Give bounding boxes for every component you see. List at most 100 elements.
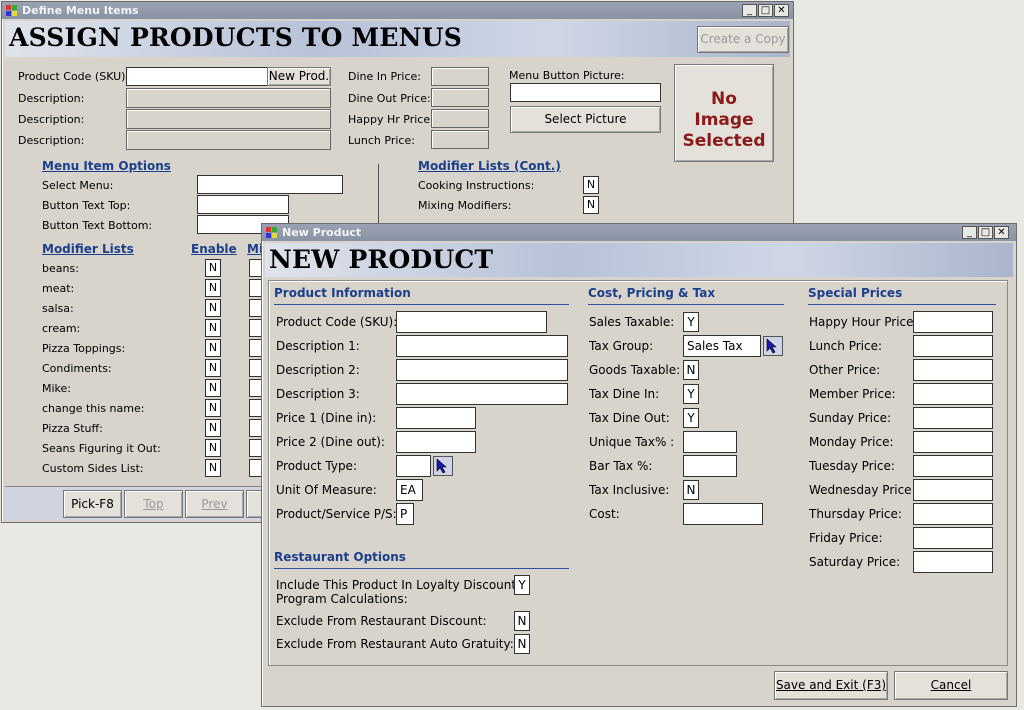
goods-taxable-label: Goods Taxable: (589, 363, 681, 377)
price-2-label: Price 2 (Dine out): (276, 435, 385, 449)
unit-of-measure-label: Unit Of Measure: (276, 483, 377, 497)
list-item-enable-toggle[interactable]: N (205, 319, 221, 337)
unique-tax-input[interactable] (683, 431, 737, 453)
menu-button-picture-label: Menu Button Picture: (509, 69, 625, 82)
special-price-input[interactable] (913, 311, 993, 333)
unit-of-measure-input[interactable]: EA (396, 479, 423, 501)
list-item-enable-toggle[interactable]: N (205, 439, 221, 457)
product-code-input[interactable] (126, 67, 268, 86)
list-item-enable-toggle[interactable]: N (205, 379, 221, 397)
price-1-label: Price 1 (Dine in): (276, 411, 377, 425)
tax-group-input[interactable]: Sales Tax (683, 335, 761, 357)
cost-pricing-tax-rule (588, 304, 784, 305)
description-2-input[interactable] (396, 359, 568, 381)
pick-button[interactable]: Pick-F8 (63, 490, 122, 518)
prev-button[interactable]: Prev (185, 490, 244, 518)
tax-dine-out-toggle[interactable]: Y (683, 408, 699, 428)
special-price-input[interactable] (913, 455, 993, 477)
loyalty-label-line2: Program Calculations: (276, 592, 408, 606)
goods-taxable-toggle[interactable]: N (683, 360, 699, 380)
tax-inclusive-toggle[interactable]: N (683, 480, 699, 500)
list-item: Pizza Stuff: (42, 422, 103, 435)
cancel-button[interactable]: Cancel (894, 671, 1008, 700)
list-item-enable-toggle[interactable]: N (205, 399, 221, 417)
special-price-label: Thursday Price: (809, 507, 902, 521)
product-service-input[interactable]: P (396, 503, 414, 525)
exclude-discount-toggle[interactable]: N (514, 611, 530, 631)
description-3-label: Description 3: (276, 387, 360, 401)
enable-column-header: Enable (191, 242, 237, 256)
special-price-input[interactable] (913, 335, 993, 357)
lunch-price-field (431, 130, 489, 149)
special-prices-header: Special Prices (808, 286, 903, 300)
special-price-input[interactable] (913, 383, 993, 405)
product-information-rule (274, 304, 569, 305)
mixing-modifiers-toggle[interactable]: N (583, 196, 599, 214)
button-text-top-input[interactable] (197, 195, 289, 214)
maximize-icon[interactable]: □ (978, 226, 993, 239)
special-price-input[interactable] (913, 431, 993, 453)
cancel-label: Cancel (930, 678, 972, 692)
minimize-icon[interactable]: _ (742, 4, 757, 17)
special-price-input[interactable] (913, 359, 993, 381)
description-1-input[interactable] (396, 335, 568, 357)
price-1-input[interactable] (396, 407, 476, 429)
minimize-icon[interactable]: _ (962, 226, 977, 239)
tax-group-label: Tax Group: (589, 339, 654, 353)
sales-taxable-toggle[interactable]: Y (683, 312, 699, 332)
special-price-label: Tuesday Price: (809, 459, 895, 473)
list-item-enable-toggle[interactable]: N (205, 279, 221, 297)
no-image-preview[interactable]: No Image Selected (674, 64, 774, 162)
list-item-enable-toggle[interactable]: N (205, 419, 221, 437)
special-price-input[interactable] (913, 551, 993, 573)
title-bar[interactable]: Define Menu Items _ □ ✕ (2, 2, 793, 19)
modifier-lists-header: Modifier Lists (42, 242, 134, 256)
special-price-label: Monday Price: (809, 435, 894, 449)
tax-group-picker-button[interactable] (763, 336, 783, 356)
description-3-input[interactable] (396, 383, 568, 405)
description-label-3: Description: (18, 134, 85, 147)
special-price-input[interactable] (913, 479, 993, 501)
button-text-bottom-label: Button Text Bottom: (42, 219, 153, 232)
loyalty-toggle[interactable]: Y (514, 575, 530, 595)
select-picture-button[interactable]: Select Picture (510, 106, 661, 133)
menu-button-picture-input[interactable] (510, 83, 661, 102)
cost-pricing-tax-header: Cost, Pricing & Tax (588, 286, 716, 300)
close-icon[interactable]: ✕ (994, 226, 1009, 239)
tax-dine-in-toggle[interactable]: Y (683, 384, 699, 404)
cursor-icon (436, 458, 447, 474)
product-type-picker-button[interactable] (433, 456, 453, 476)
cooking-instructions-toggle[interactable]: N (583, 176, 599, 194)
list-item-enable-toggle[interactable]: N (205, 459, 221, 477)
list-item-enable-toggle[interactable]: N (205, 359, 221, 377)
list-item-enable-toggle[interactable]: N (205, 299, 221, 317)
special-price-label: Friday Price: (809, 531, 883, 545)
special-price-label: Member Price: (809, 387, 896, 401)
special-price-label: Saturday Price: (809, 555, 901, 569)
bar-tax-input[interactable] (683, 455, 737, 477)
special-price-input[interactable] (913, 527, 993, 549)
list-item: Custom Sides List: (42, 462, 144, 475)
close-icon[interactable]: ✕ (774, 4, 789, 17)
top-button[interactable]: Top (124, 490, 183, 518)
select-menu-input[interactable] (197, 175, 343, 194)
maximize-icon[interactable]: □ (758, 4, 773, 17)
tax-inclusive-label: Tax Inclusive: (589, 483, 670, 497)
save-and-exit-button[interactable]: Save and Exit (F3) (774, 671, 888, 700)
exclude-gratuity-toggle[interactable]: N (514, 634, 530, 654)
list-item-enable-toggle[interactable]: N (205, 339, 221, 357)
cost-input[interactable] (683, 503, 763, 525)
special-price-input[interactable] (913, 407, 993, 429)
bar-tax-label: Bar Tax %: (589, 459, 653, 473)
product-code-label: Product Code (SKU): (18, 70, 130, 83)
product-type-label: Product Type: (276, 459, 357, 473)
list-item-enable-toggle[interactable]: N (205, 259, 221, 277)
description-2-label: Description 2: (276, 363, 360, 377)
create-copy-button[interactable]: Create a Copy (697, 26, 789, 53)
price-2-input[interactable] (396, 431, 476, 453)
new-prod-button[interactable]: New Prod. (267, 67, 331, 86)
special-price-input[interactable] (913, 503, 993, 525)
title-bar[interactable]: New Product _ □ ✕ (262, 224, 1016, 241)
product-code-input[interactable] (396, 311, 547, 333)
product-type-input[interactable] (396, 455, 431, 477)
